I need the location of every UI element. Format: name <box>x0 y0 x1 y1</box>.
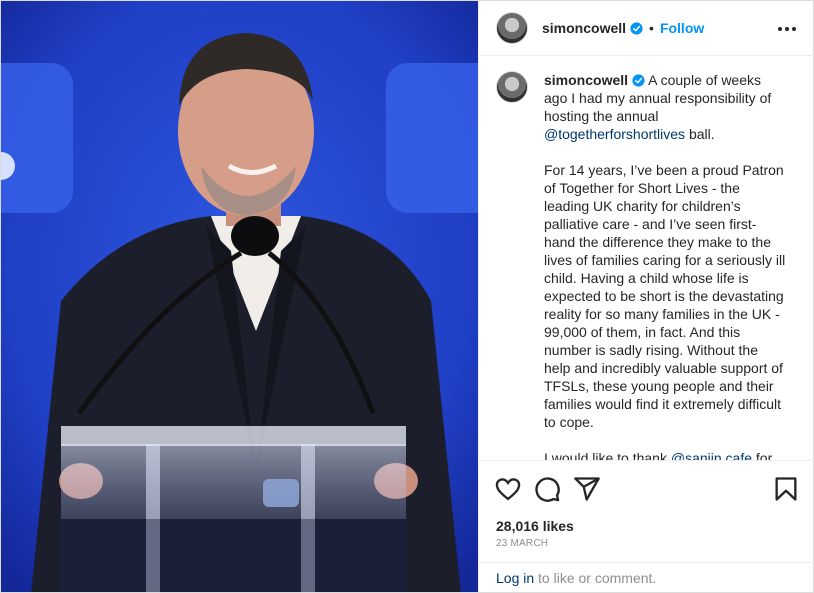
caption-avatar[interactable] <box>496 71 528 103</box>
caption-paragraph-2: For 14 years, I’ve been a proud Patron o… <box>544 162 786 430</box>
instagram-post: simoncowell • Follow simoncowell A coupl… <box>0 0 814 593</box>
login-link[interactable]: Log in <box>496 570 534 586</box>
heart-icon[interactable] <box>494 475 522 503</box>
comments-area[interactable]: simoncowell A couple of weeks ago I had … <box>479 57 814 460</box>
follow-button[interactable]: Follow <box>660 20 704 36</box>
comment-icon[interactable] <box>533 475 561 503</box>
backdrop-panel-left <box>1 63 73 213</box>
more-horizontal-icon[interactable] <box>776 18 798 40</box>
mention-link[interactable]: @sanjin.cafe <box>671 450 752 460</box>
lectern-glass <box>61 444 406 519</box>
lectern-top <box>61 426 406 446</box>
login-prompt: Log in to like or comment. <box>479 562 814 592</box>
backdrop-panel-right <box>386 63 478 213</box>
verified-badge-icon <box>630 21 643 35</box>
microphone <box>231 216 279 256</box>
caption: simoncowell A couple of weeks ago I had … <box>496 71 798 460</box>
caption-text: simoncowell A couple of weeks ago I had … <box>544 71 786 460</box>
caption-text-start: I would like to thank <box>544 450 671 460</box>
login-prompt-text: to like or comment. <box>534 570 657 586</box>
photo-illustration <box>1 1 478 592</box>
action-bar <box>479 460 814 518</box>
post-date[interactable]: 23 MARCH <box>496 538 548 549</box>
caption-username-link[interactable]: simoncowell <box>544 72 628 88</box>
mention-link[interactable]: @togetherforshortlives <box>544 126 685 142</box>
username-link[interactable]: simoncowell <box>542 20 626 36</box>
caption-paragraph-3: I would like to thank @sanjin.cafe for <box>544 449 786 460</box>
share-icon[interactable] <box>573 475 601 503</box>
bookmark-icon[interactable] <box>772 475 800 503</box>
caption-paragraph-1: simoncowell A couple of weeks ago I had … <box>544 71 786 143</box>
likes-count[interactable]: 28,016 likes <box>496 518 574 534</box>
separator-dot: • <box>649 20 654 36</box>
avatar[interactable] <box>496 12 528 44</box>
caption-text-end: for <box>752 450 773 460</box>
post-side-panel: simoncowell • Follow simoncowell A coupl… <box>478 1 814 592</box>
verified-badge-icon <box>632 74 645 87</box>
post-photo[interactable] <box>1 1 478 592</box>
caption-text-end: ball. <box>685 126 715 142</box>
post-header: simoncowell • Follow <box>479 1 814 56</box>
